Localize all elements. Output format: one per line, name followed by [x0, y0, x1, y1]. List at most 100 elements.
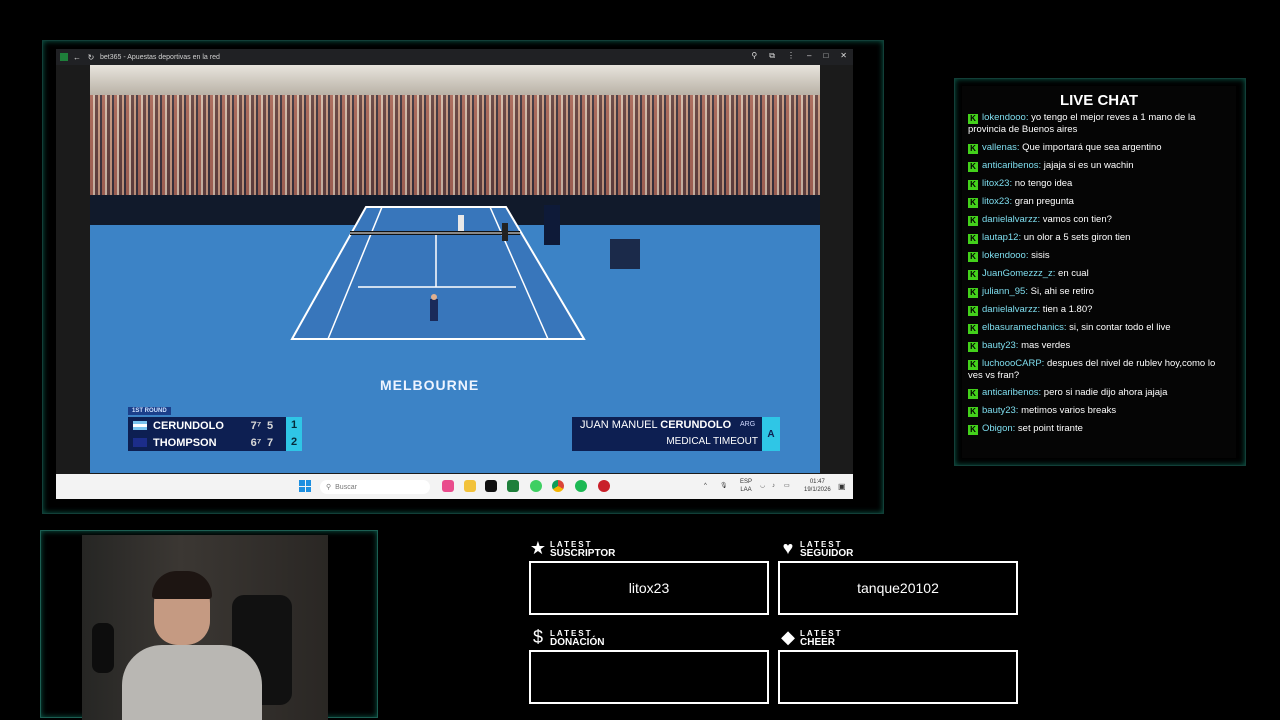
file-explorer-icon[interactable] — [464, 480, 476, 492]
current-game: 2 — [286, 434, 302, 451]
volume-icon[interactable]: ♪ — [772, 482, 775, 490]
notification-icon[interactable]: ▣ — [838, 482, 846, 491]
medical-area — [610, 239, 640, 269]
chrome-icon[interactable] — [552, 480, 564, 492]
chat-username[interactable]: elbasuramechanics: — [982, 322, 1067, 333]
ticker-last-name: CERUNDOLO — [660, 419, 732, 431]
streamer-hair — [152, 571, 212, 599]
chat-username[interactable]: danielalvarzz: — [982, 304, 1040, 315]
kick-badge-icon: K — [968, 161, 978, 172]
chat-message: Klokendooo: sisis — [968, 250, 1230, 262]
dollar-icon: $ — [532, 627, 543, 647]
chat-text: en cual — [1055, 267, 1089, 279]
chat-text: Si, ahi se retiro — [1027, 285, 1094, 297]
chat-title: LIVE CHAT — [1059, 92, 1139, 109]
chat-username[interactable]: bauty23: — [982, 405, 1018, 416]
chat-message: Klitox23: no tengo idea — [968, 178, 1230, 190]
taskbar-search[interactable]: ⚲ Buscar — [320, 480, 430, 494]
tiktok-icon[interactable] — [485, 480, 497, 492]
australia-flag-icon — [133, 438, 147, 447]
chat-message: K JuanGomezzz_z: en cual — [968, 268, 1230, 280]
whatsapp-icon[interactable] — [530, 480, 542, 492]
scoreboard-row: THOMPSON 6⁷ 7 2 — [128, 434, 302, 451]
chat-username[interactable]: litox23: — [982, 196, 1012, 207]
kick-badge-icon: K — [968, 197, 978, 208]
diamond-icon: ◆ — [781, 627, 795, 647]
chat-username[interactable]: anticaribenos: — [982, 160, 1041, 171]
chat-message-list: Klokendooo: yo tengo el mejor reves a 1 … — [968, 112, 1230, 441]
latest-suscriptor-header: ★ LATEST SUSCRIPTOR — [528, 538, 615, 559]
latest-seguidor-header: ♥ LATEST SEGUIDOR — [778, 538, 854, 559]
ticker-first-name: JUAN MANUEL — [580, 419, 661, 431]
chat-username[interactable]: anticaribenos: — [982, 387, 1041, 398]
kick-badge-icon: K — [968, 407, 978, 417]
chat-message: Klautap12: un olor a 5 sets giron tien — [968, 232, 1230, 244]
battery-icon[interactable]: ▭ — [784, 482, 790, 490]
app-icon[interactable] — [598, 480, 610, 492]
streamer-body — [122, 645, 262, 720]
language-code: ESP — [739, 479, 752, 485]
chat-username[interactable]: Obigon: — [982, 423, 1015, 434]
spotify-icon[interactable] — [575, 480, 587, 492]
player-name: THOMPSON — [153, 436, 217, 449]
kick-badge-icon: K — [968, 179, 978, 190]
chat-username[interactable]: luchoooCARP: — [982, 358, 1044, 369]
wifi-icon[interactable]: ◡ — [760, 482, 765, 490]
extensions-icon[interactable]: ⧉ — [769, 51, 775, 61]
chat-username[interactable]: JuanGomezzz_z: — [982, 268, 1055, 279]
chat-username[interactable]: litox23: — [982, 178, 1012, 189]
kick-badge-icon: K — [968, 251, 978, 262]
copilot-icon[interactable] — [442, 480, 454, 492]
minimize-icon[interactable]: – — [807, 51, 811, 61]
ticker-name: JUAN MANUEL CERUNDOLO — [580, 419, 731, 431]
chat-username[interactable]: lokendooo: — [982, 250, 1028, 261]
kick-badge-icon: K — [968, 287, 978, 298]
scoreboard-row: CERUNDOLO 7⁷ 5 1 — [128, 417, 302, 434]
kick-badge-icon: K — [968, 425, 978, 435]
reload-icon[interactable]: ↻ — [86, 52, 96, 62]
chat-username[interactable]: lautap12: — [982, 232, 1021, 243]
chat-username[interactable]: danielalvarzz: — [982, 214, 1040, 225]
chat-message: Kanticaribenos: jajaja si es un wachin — [968, 160, 1230, 172]
kick-badge-icon: K — [968, 233, 978, 244]
tray-chevron-icon[interactable]: ^ — [704, 482, 707, 490]
browser-titlebar: ← ↻ bet365 - Apuestas deportivas en la r… — [56, 49, 853, 65]
clock-date: 19/1/2026 — [804, 487, 831, 493]
windows-taskbar: ⚲ Buscar ^ 🎙 ESP LAA ◡ ♪ ▭ 01:47 19/1/202… — [56, 474, 853, 499]
line-judge — [502, 223, 508, 241]
more-icon[interactable]: ⋮ — [787, 51, 795, 61]
chat-message: Kdanielalvarzz: tien a 1.80? — [968, 304, 1230, 316]
chat-username[interactable]: lokendooo: — [982, 112, 1028, 123]
bet365-icon[interactable] — [507, 480, 519, 492]
latest-big-label: DONACIÓN — [550, 636, 605, 648]
search-placeholder: Buscar — [335, 483, 357, 491]
maximize-icon[interactable]: □ — [823, 51, 828, 61]
tennis-video: MELBOURNE 1ST ROUND CERUNDOLO 7⁷ 5 1 THO… — [90, 65, 820, 473]
player-ticker: JUAN MANUEL CERUNDOLO ARG MEDICAL TIMEOU… — [572, 417, 780, 451]
taskbar-clock[interactable]: 01:47 19/1/2026 — [804, 478, 831, 494]
set-score: 6⁷ — [250, 436, 262, 449]
latest-cheer-box — [778, 650, 1018, 704]
live-chat-panel: LIVE CHAT Klokendooo: yo tengo el mejor … — [962, 86, 1236, 458]
chat-text: vamos con tien? — [1040, 213, 1112, 225]
app-icon — [60, 53, 68, 61]
windows-start-icon[interactable] — [299, 480, 311, 492]
language-indicator[interactable]: ESP LAA — [738, 478, 754, 494]
kick-badge-icon: K — [968, 269, 978, 280]
chat-text: no tengo idea — [1012, 177, 1073, 189]
close-icon[interactable]: ✕ — [840, 51, 847, 61]
chat-username[interactable]: bauty23: — [982, 340, 1018, 351]
chat-message: Klokendooo: yo tengo el mejor reves a 1 … — [968, 112, 1230, 136]
set-score: 7⁷ — [250, 419, 262, 432]
chat-username[interactable]: vallenas: — [982, 142, 1020, 153]
latest-donacion-header: $ LATEST DONACIÓN — [528, 627, 604, 648]
microphone-icon[interactable]: 🎙 — [720, 482, 728, 490]
latest-suscriptor-box: litox23 — [529, 561, 769, 615]
chat-username[interactable]: juliann_95: — [982, 286, 1028, 297]
chat-text: pero si nadie dijo ahora jajaja — [1041, 387, 1168, 398]
chat-text: si, sin contar todo el live — [1066, 321, 1171, 333]
zoom-icon[interactable]: ⚲ — [751, 51, 757, 61]
back-arrow-icon[interactable]: ← — [72, 52, 82, 62]
chat-message: K Obigon: set point tirante — [968, 423, 1230, 435]
chat-message: Kvallenas: Que importará que sea argenti… — [968, 142, 1230, 154]
